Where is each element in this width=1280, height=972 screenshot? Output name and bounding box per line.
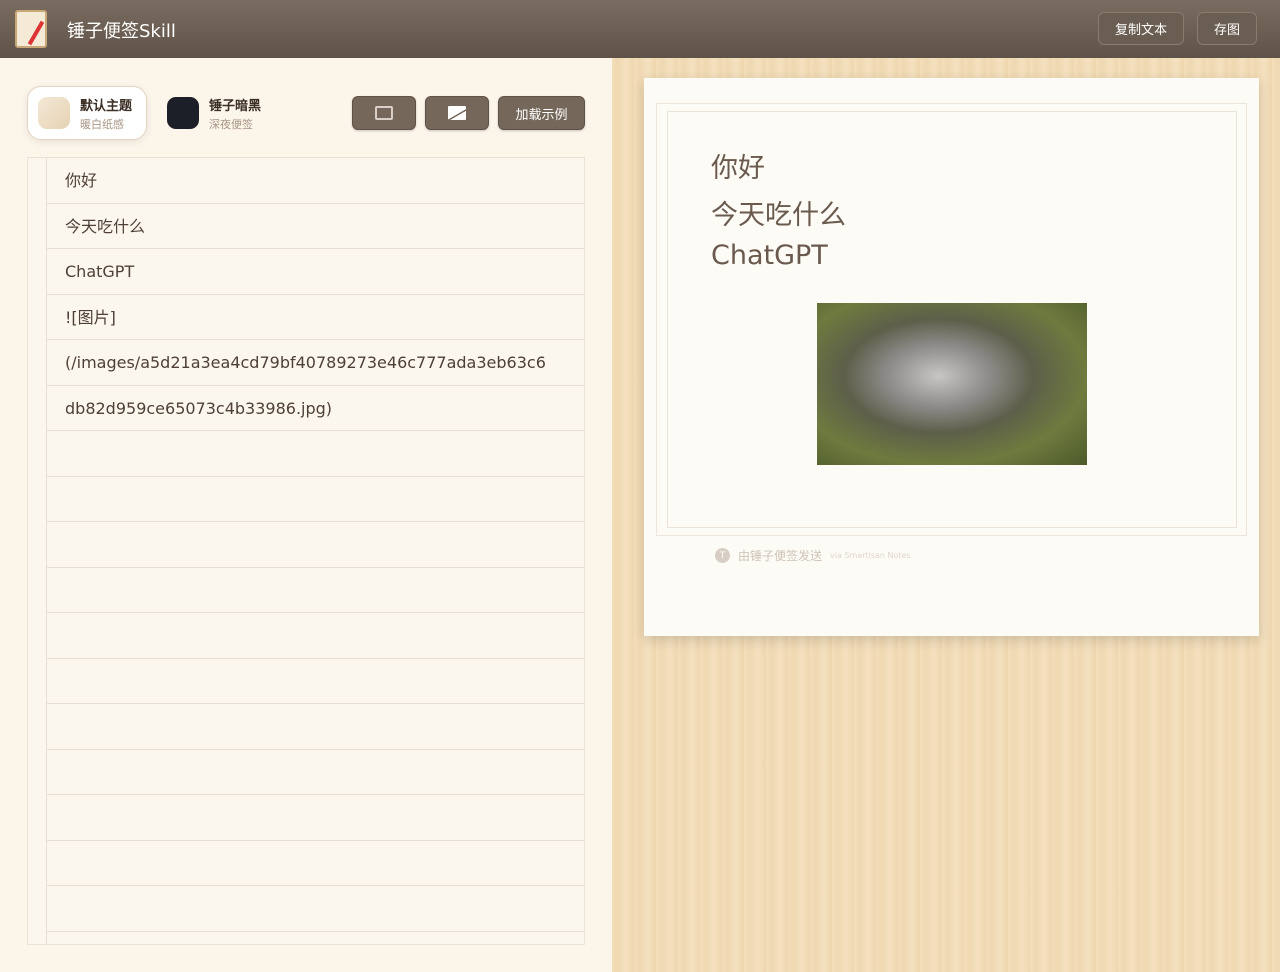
edit-icon bbox=[375, 106, 393, 120]
theme-dark[interactable]: 锤子暗黑 深夜便签 bbox=[157, 86, 271, 140]
image-icon bbox=[448, 106, 466, 120]
editor-line[interactable] bbox=[47, 477, 584, 522]
markdown-editor[interactable]: 你好 今天吃什么 ChatGPT ![图片] (/images/a5d21a3ea4cd… bbox=[27, 157, 585, 945]
editor-line[interactable] bbox=[47, 841, 584, 886]
insert-image-button[interactable] bbox=[425, 96, 489, 130]
editor-line[interactable] bbox=[47, 522, 584, 568]
note-preview-card: 你好 今天吃什么 ChatGPT T 由锤子便签发送 via Smartisan… bbox=[644, 78, 1259, 636]
load-example-button[interactable]: 加载示例 bbox=[498, 96, 585, 130]
editor-line[interactable] bbox=[47, 886, 584, 932]
theme-swatch bbox=[38, 97, 70, 129]
copy-text-button[interactable]: 复制文本 bbox=[1098, 12, 1184, 45]
editor-line[interactable]: ![图片] bbox=[47, 295, 584, 340]
editor-line[interactable] bbox=[47, 704, 584, 750]
preview-line: 今天吃什么 bbox=[711, 200, 846, 231]
theme-sub: 深夜便签 bbox=[209, 117, 253, 131]
theme-swatch bbox=[167, 97, 199, 129]
notepad-logo-icon bbox=[15, 10, 47, 48]
preview-line: 你好 bbox=[711, 153, 765, 184]
edit-button[interactable] bbox=[352, 96, 416, 130]
app-title: 锤子便签Skill bbox=[67, 21, 176, 42]
editor-line[interactable] bbox=[47, 431, 584, 477]
editor-line[interactable] bbox=[47, 659, 584, 704]
app-header: 锤子便签Skill 复制文本 存图 bbox=[0, 0, 1280, 58]
editor-line[interactable]: ChatGPT bbox=[47, 249, 584, 295]
footer-signature: T 由锤子便签发送 via Smartisan Notes bbox=[715, 547, 911, 564]
editor-line[interactable]: 今天吃什么 bbox=[47, 204, 584, 249]
editor-line[interactable]: 你好 bbox=[47, 158, 584, 204]
editor-line[interactable] bbox=[47, 568, 584, 613]
preview-line: ChatGPT bbox=[711, 240, 828, 271]
footer-sub: via Smartisan Notes bbox=[830, 551, 911, 560]
save-image-button[interactable]: 存图 bbox=[1197, 12, 1257, 45]
theme-name: 锤子暗黑 bbox=[209, 98, 262, 114]
theme-name: 默认主题 bbox=[80, 98, 133, 114]
theme-sub: 暖白纸感 bbox=[80, 117, 124, 131]
footer-text: 由锤子便签发送 bbox=[738, 549, 823, 563]
theme-default[interactable]: 默认主题 暖白纸感 bbox=[27, 86, 147, 140]
editor-line[interactable] bbox=[47, 750, 584, 795]
smartisan-icon: T bbox=[715, 548, 730, 563]
editor-line[interactable] bbox=[47, 795, 584, 841]
editor-line[interactable]: (/images/a5d21a3ea4cd79bf40789273e46c777… bbox=[47, 340, 584, 386]
editor-line[interactable]: db82d959ce65073c4b33986.jpg) bbox=[47, 386, 584, 431]
husky-dog-image bbox=[817, 303, 1087, 465]
editor-line[interactable] bbox=[47, 613, 584, 659]
